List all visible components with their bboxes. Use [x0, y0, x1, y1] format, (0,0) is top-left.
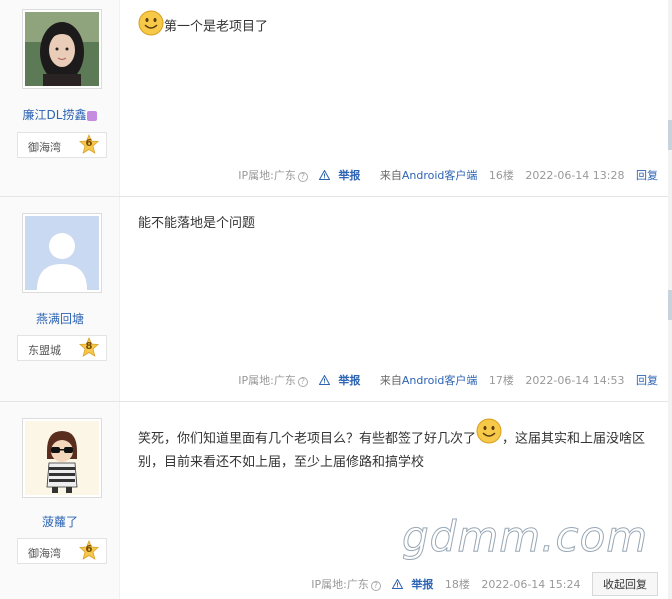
scroll-marker — [668, 120, 672, 150]
post-time: 2022-06-14 15:24 — [481, 578, 581, 591]
level-star-icon: 6 — [78, 134, 100, 156]
username-link[interactable]: 燕满回塘 — [0, 310, 120, 327]
watermark-logo: gdmm.com — [401, 512, 649, 562]
ip-location: IP属地:广东? — [303, 578, 381, 591]
smile-emoji-icon — [138, 10, 164, 44]
post-floor-16: 廉江DL捞鑫 御海湾 6 第一个是老项目了 IP属地:广东? 举报 来自Andr… — [0, 0, 672, 197]
warning-icon — [319, 170, 331, 180]
client-source[interactable]: 来自Android客户端 — [372, 169, 478, 182]
level-star-icon: 6 — [78, 540, 100, 562]
user-sidebar: 廉江DL捞鑫 御海湾 6 — [0, 0, 120, 196]
forum-rank-badge[interactable]: 东盟城 8 — [17, 335, 107, 361]
post-text: 第一个是老项目了 — [164, 19, 269, 35]
smile-emoji-icon — [476, 418, 502, 452]
reply-link[interactable]: 回复 — [636, 374, 658, 387]
post-content: 第一个是老项目了 — [138, 10, 268, 44]
floor-number: 17楼 — [488, 374, 514, 387]
question-icon[interactable]: ? — [297, 377, 308, 387]
client-source[interactable]: 来自Android客户端 — [372, 374, 478, 387]
avatar-photo — [25, 12, 99, 86]
rank-name: 御海湾 — [28, 141, 61, 154]
username-text[interactable]: 燕满回塘 — [36, 312, 84, 326]
default-avatar-icon — [25, 216, 99, 290]
warning-icon — [392, 579, 404, 589]
username-text[interactable]: 廉江DL捞鑫 — [23, 108, 87, 122]
post-time: 2022-06-14 14:53 — [525, 374, 625, 387]
username-link[interactable]: 菠蘿了 — [0, 513, 120, 530]
ip-location: IP属地:广东? — [230, 169, 308, 182]
post-text: 能不能落地是个问题 — [138, 216, 256, 231]
rank-name: 御海湾 — [28, 547, 61, 560]
collapse-reply-button[interactable]: 收起回复 — [592, 572, 658, 596]
post-text-line-2: 别，目前来看还不如上届，至少上届修路和搞学校 — [138, 455, 425, 470]
username-text[interactable]: 菠蘿了 — [42, 515, 78, 529]
rank-name: 东盟城 — [28, 344, 61, 357]
post-content: 笑死，你们知道里面有几个老项目么？有些都签了好几次了 ，这届其实和上届没啥区 别，… — [138, 418, 658, 474]
scrollbar-edge[interactable] — [668, 0, 672, 599]
post-text-line-1: 笑死，你们知道里面有几个老项目么？有些都签了好几次了 ，这届其实和上届没啥区 — [138, 418, 658, 452]
scroll-marker — [668, 290, 672, 320]
rank-level: 6 — [85, 544, 93, 555]
question-icon[interactable]: ? — [370, 581, 381, 591]
post-floor-17: 燕满回塘 东盟城 8 能不能落地是个问题 IP属地:广东? 举报 来自Andro… — [0, 197, 672, 402]
report-link[interactable]: 举报 — [392, 578, 433, 591]
vip-icon — [87, 110, 98, 121]
rank-level: 6 — [85, 138, 93, 149]
post-floor-18: 菠蘿了 御海湾 6 笑死，你们知道里面有几个老项目么？有些都签了好几次了 ，这届其… — [0, 402, 672, 599]
forum-rank-badge[interactable]: 御海湾 6 — [17, 538, 107, 564]
floor-number: 18楼 — [444, 578, 470, 591]
forum-rank-badge[interactable]: 御海湾 6 — [17, 132, 107, 158]
user-sidebar: 菠蘿了 御海湾 6 — [0, 402, 120, 599]
post-time: 2022-06-14 13:28 — [525, 169, 625, 182]
avatar[interactable] — [22, 418, 102, 498]
avatar[interactable] — [22, 213, 102, 293]
post-tail: IP属地:广东? 举报 来自Android客户端 16楼 2022-06-14 … — [222, 167, 658, 183]
floor-number: 16楼 — [488, 169, 514, 182]
cartoon-avatar — [25, 421, 99, 495]
post-content: 能不能落地是个问题 — [138, 213, 255, 235]
warning-icon — [319, 375, 331, 385]
report-link[interactable]: 举报 — [319, 169, 360, 182]
avatar[interactable] — [22, 9, 102, 89]
post-tail: IP属地:广东? 举报 来自Android客户端 17楼 2022-06-14 … — [222, 372, 658, 388]
post-tail: IP属地:广东? 举报 18楼 2022-06-14 15:24 收起回复 — [295, 572, 658, 596]
level-star-icon: 8 — [78, 337, 100, 359]
question-icon[interactable]: ? — [297, 172, 308, 182]
ip-location: IP属地:广东? — [230, 374, 308, 387]
username-link[interactable]: 廉江DL捞鑫 — [0, 106, 120, 123]
reply-link[interactable]: 回复 — [636, 169, 658, 182]
rank-level: 8 — [85, 341, 93, 352]
user-sidebar: 燕满回塘 东盟城 8 — [0, 197, 120, 401]
report-link[interactable]: 举报 — [319, 374, 360, 387]
